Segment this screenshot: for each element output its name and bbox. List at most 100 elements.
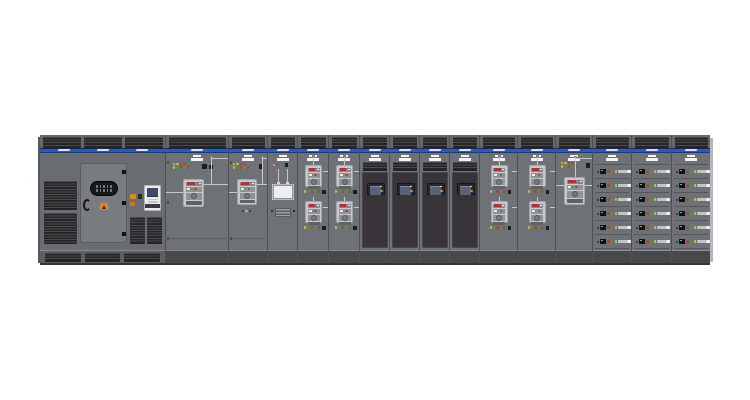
yellow-indicator-light xyxy=(233,166,235,168)
power-led xyxy=(380,190,383,193)
red-indicator-light xyxy=(607,240,609,242)
withdrawable-unit xyxy=(634,207,669,221)
mimic-line xyxy=(556,185,564,186)
section-mcc-drawers-c xyxy=(671,135,710,263)
cabinet-door xyxy=(452,172,478,248)
feeder-acb-c-front xyxy=(556,153,592,250)
green-indicator-light xyxy=(538,226,540,228)
hinge xyxy=(122,201,126,205)
red-indicator-light xyxy=(349,226,351,228)
red-indicator-light xyxy=(568,162,570,164)
brand-logo xyxy=(96,149,109,151)
section-control-door-b xyxy=(389,135,419,263)
section-mcc-drawers-b xyxy=(631,135,671,263)
vent-grille xyxy=(84,137,122,148)
yellow-indicator-light xyxy=(694,170,696,172)
indicator-cluster xyxy=(173,163,189,170)
cabinet-door xyxy=(422,172,448,248)
unit-handle xyxy=(697,240,710,244)
incomer-door xyxy=(80,163,127,243)
section-control-door-c xyxy=(419,135,449,263)
meter-screen xyxy=(147,188,158,197)
switchgear-lineup xyxy=(40,135,710,265)
red-indicator-light xyxy=(240,163,242,165)
plinth xyxy=(518,250,555,263)
roof-vent-row xyxy=(672,135,710,148)
withdrawable-unit xyxy=(674,179,708,193)
air-circuit-breaker xyxy=(336,165,353,187)
nameplate xyxy=(606,155,618,162)
plinth xyxy=(480,250,517,263)
drawer-stack xyxy=(634,164,669,249)
hmi-display xyxy=(367,183,385,195)
red-indicator-light xyxy=(240,166,242,168)
control-switch xyxy=(138,194,143,199)
withdrawable-unit xyxy=(634,221,669,235)
green-indicator-light xyxy=(338,190,340,192)
red-indicator-light xyxy=(247,166,249,168)
plinth xyxy=(672,250,710,263)
withdrawable-unit xyxy=(674,193,708,207)
roof-vent-row xyxy=(480,135,517,148)
red-indicator-light xyxy=(311,226,313,228)
vent-grille xyxy=(393,162,417,172)
withdrawable-unit xyxy=(595,193,629,207)
indicator-row xyxy=(490,190,512,194)
red-indicator-light xyxy=(568,165,570,167)
bolt xyxy=(271,210,273,212)
green-indicator-light xyxy=(611,184,613,186)
plinth xyxy=(360,250,389,263)
red-indicator-light xyxy=(686,170,688,172)
roof-vent-row xyxy=(632,135,671,148)
withdrawable-unit xyxy=(674,235,708,249)
red-indicator-light xyxy=(607,184,609,186)
vent-grille xyxy=(301,137,326,148)
control-switch xyxy=(322,190,326,194)
control-switch xyxy=(322,226,326,230)
green-indicator-light xyxy=(500,190,502,192)
red-indicator-light xyxy=(180,166,182,168)
roof-vent-row xyxy=(450,135,479,148)
red-indicator-light xyxy=(538,174,540,176)
unit-handle xyxy=(697,226,710,230)
stacked-feeders-c-front xyxy=(480,153,517,250)
nameplate xyxy=(429,155,441,162)
red-indicator-light xyxy=(314,210,316,212)
green-indicator-light xyxy=(236,166,238,168)
yellow-indicator-light xyxy=(561,165,563,167)
yellow-indicator-light xyxy=(304,190,306,192)
green-indicator-light xyxy=(571,186,573,188)
indicator-cluster xyxy=(233,163,249,170)
breaker-trip-unit xyxy=(339,168,351,173)
vent-grille xyxy=(675,137,708,148)
hmi-display xyxy=(457,183,475,195)
vent-grille xyxy=(521,137,553,148)
brand-logo xyxy=(567,149,580,151)
vent-grille xyxy=(44,213,77,244)
breaker-trip-unit xyxy=(493,168,505,173)
unit-meter xyxy=(600,169,606,174)
hmi-meter xyxy=(144,185,161,211)
yellow-indicator-light xyxy=(654,240,656,242)
green-indicator-light xyxy=(611,212,613,214)
yellow-indicator-light xyxy=(654,170,656,172)
switchgear-illustration-canvas xyxy=(0,0,750,400)
air-circuit-breaker xyxy=(305,201,322,223)
unit-handle xyxy=(697,170,710,174)
breaker-trip-unit xyxy=(308,204,320,209)
red-indicator-light xyxy=(318,226,320,228)
unit-meter xyxy=(600,225,606,230)
yellow-indicator-light xyxy=(176,163,178,165)
control-switch xyxy=(353,190,357,194)
vent-grille xyxy=(232,137,265,148)
amber-indicator xyxy=(130,202,135,206)
red-indicator-light xyxy=(541,226,543,228)
air-circuit-breaker xyxy=(491,165,508,187)
withdrawable-unit xyxy=(595,179,629,193)
aux-indicator-row xyxy=(242,210,251,212)
roof-vent-row xyxy=(166,135,228,148)
withdrawable-unit xyxy=(595,207,629,221)
red-indicator-light xyxy=(686,240,688,242)
green-indicator-light xyxy=(571,165,573,167)
breaker-face xyxy=(308,179,320,185)
